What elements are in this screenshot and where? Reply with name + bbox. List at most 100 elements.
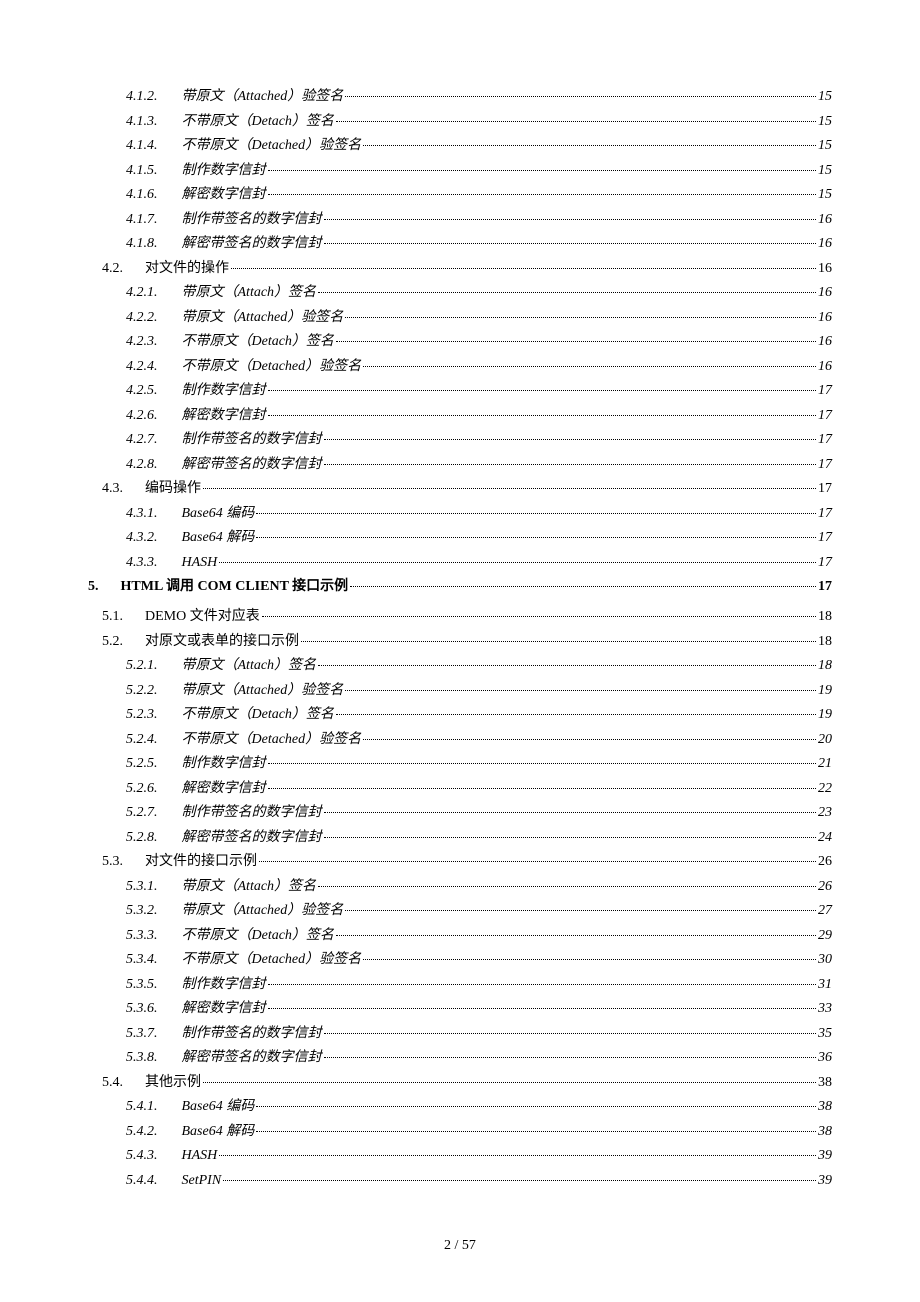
toc-entry[interactable]: 5.3.6.解密数字信封33 — [88, 1002, 832, 1016]
toc-entry[interactable]: 5.2.6.解密数字信封22 — [88, 782, 832, 796]
toc-number: 4.2.1. — [126, 286, 158, 300]
toc-number: 4.2. — [102, 262, 123, 276]
toc-title: 解密数字信封 — [182, 1002, 266, 1016]
toc-entry[interactable]: 5.2.5.制作数字信封21 — [88, 757, 832, 771]
toc-number: 4.1.7. — [126, 213, 158, 227]
toc-number: 4.2.5. — [126, 384, 158, 398]
toc-entry[interactable]: 5.2.4.不带原文（Detached）验签名20 — [88, 733, 832, 747]
toc-page: 15 — [818, 164, 832, 178]
toc-leader-dots — [336, 121, 816, 122]
toc-entry[interactable]: 5.1.DEMO 文件对应表18 — [88, 610, 832, 624]
toc-entry[interactable]: 5.2.8.解密带签名的数字信封24 — [88, 831, 832, 845]
toc-entry[interactable]: 4.2.对文件的操作16 — [88, 262, 832, 276]
toc-entry[interactable]: 5.2.7.制作带签名的数字信封23 — [88, 806, 832, 820]
toc-entry[interactable]: 4.1.4.不带原文（Detached）验签名15 — [88, 139, 832, 153]
toc-title: 解密带签名的数字信封 — [182, 237, 322, 251]
toc-page: 30 — [818, 953, 832, 967]
toc-leader-dots — [324, 1057, 817, 1058]
toc-entry[interactable]: 4.1.7.制作带签名的数字信封16 — [88, 213, 832, 227]
toc-title: 对文件的操作 — [145, 262, 229, 276]
toc-title: 不带原文（Detach）签名 — [182, 708, 334, 722]
toc-entry[interactable]: 5.4.4.SetPIN39 — [88, 1174, 832, 1188]
toc-page: 17 — [818, 580, 832, 594]
toc-entry[interactable]: 4.3.3.HASH17 — [88, 556, 832, 570]
toc-title: 带原文（Attached）验签名 — [182, 90, 344, 104]
toc-leader-dots — [219, 562, 816, 563]
toc-title: 解密带签名的数字信封 — [182, 1051, 322, 1065]
toc-entry[interactable]: 5.3.7.制作带签名的数字信封35 — [88, 1027, 832, 1041]
toc-number: 5.3.5. — [126, 978, 158, 992]
toc-page: 15 — [818, 115, 832, 129]
toc-entry[interactable]: 4.2.1. 带原文（Attach）签名 16 — [88, 286, 832, 300]
toc-entry[interactable]: 4.2.5.制作数字信封17 — [88, 384, 832, 398]
toc-title: 编码操作 — [145, 482, 201, 496]
toc-leader-dots — [268, 763, 817, 764]
toc-title: Base64 解码 — [182, 1125, 255, 1139]
toc-number: 5.2.3. — [126, 708, 158, 722]
toc-title: DEMO 文件对应表 — [145, 610, 260, 624]
toc-entry[interactable]: 4.2.2.带原文（Attached）验签名16 — [88, 311, 832, 325]
toc-entry[interactable]: 4.2.4.不带原文（Detached）验签名16 — [88, 360, 832, 374]
toc-entry[interactable]: 4.2.7.制作带签名的数字信封17 — [88, 433, 832, 447]
toc-number: 4.2.7. — [126, 433, 158, 447]
toc-title: 不带原文（Detached）验签名 — [182, 139, 362, 153]
toc-entry[interactable]: 5.4.2.Base64 解码38 — [88, 1125, 832, 1139]
toc-title: 不带原文（Detach）签名 — [182, 929, 334, 943]
toc-number: 4.1.6. — [126, 188, 158, 202]
toc-page: 24 — [818, 831, 832, 845]
toc-number: 5.3.1. — [126, 880, 158, 894]
toc-entry[interactable]: 4.3.2.Base64 解码17 — [88, 531, 832, 545]
toc-leader-dots — [268, 170, 817, 171]
toc-entry[interactable]: 5.3.3.不带原文（Detach）签名29 — [88, 929, 832, 943]
toc-title: 对原文或表单的接口示例 — [145, 635, 299, 649]
toc-title: 带原文（Attach）签名 — [182, 286, 317, 300]
toc-entry[interactable]: 4.3.编码操作17 — [88, 482, 832, 496]
toc-entry[interactable]: 5.3.1.带原文（Attach）签名26 — [88, 880, 832, 894]
toc-entry[interactable]: 5.2.1.带原文（Attach）签名18 — [88, 659, 832, 673]
toc-entry[interactable]: 5.3.4.不带原文（Detached）验签名30 — [88, 953, 832, 967]
toc-number: 4.2.2. — [126, 311, 158, 325]
toc-number: 5.2.7. — [126, 806, 158, 820]
toc-entry[interactable]: 5.3.2.带原文（Attached）验签名27 — [88, 904, 832, 918]
toc-entry[interactable]: 4.1.8.解密带签名的数字信封16 — [88, 237, 832, 251]
toc-entry[interactable]: 5.3.对文件的接口示例26 — [88, 855, 832, 869]
toc-entry[interactable]: 5.4.1.Base64 编码38 — [88, 1100, 832, 1114]
toc-number: 5.3.6. — [126, 1002, 158, 1016]
toc-number: 5.3.7. — [126, 1027, 158, 1041]
toc-entry[interactable]: 5.3.5.制作数字信封31 — [88, 978, 832, 992]
toc-entry[interactable]: 4.1.3.不带原文（Detach）签名15 — [88, 115, 832, 129]
toc-leader-dots — [268, 390, 817, 391]
toc-entry[interactable]: 4.2.3.不带原文（Detach）签名16 — [88, 335, 832, 349]
toc-entry[interactable]: 5.4.3.HASH39 — [88, 1149, 832, 1163]
toc-entry[interactable]: 5.4.其他示例38 — [88, 1076, 832, 1090]
toc-page: 16 — [818, 311, 832, 325]
toc-page: 17 — [818, 409, 832, 423]
toc-page: 16 — [818, 286, 832, 300]
toc-leader-dots — [318, 886, 816, 887]
toc-number: 5.3.8. — [126, 1051, 158, 1065]
toc-title: 带原文（Attach）签名 — [182, 659, 317, 673]
toc-entry[interactable]: 4.1.6.解密数字信封15 — [88, 188, 832, 202]
toc-title: 制作带签名的数字信封 — [182, 433, 322, 447]
toc-leader-dots — [268, 788, 817, 789]
toc-number: 5. — [88, 580, 99, 594]
toc-entry[interactable]: 5.HTML 调用 COM CLIENT 接口示例17 — [88, 580, 832, 594]
toc-entry[interactable]: 5.2.3.不带原文（Detach）签名19 — [88, 708, 832, 722]
toc-leader-dots — [324, 439, 817, 440]
toc-entry[interactable]: 4.3.1.Base64 编码17 — [88, 507, 832, 521]
toc-page: 16 — [818, 213, 832, 227]
toc-page: 17 — [818, 384, 832, 398]
toc-entry[interactable]: 4.2.6.解密数字信封17 — [88, 409, 832, 423]
toc-title: 制作数字信封 — [182, 164, 266, 178]
toc-entry[interactable]: 4.1.2.带原文（Attached）验签名15 — [88, 90, 832, 104]
toc-entry[interactable]: 5.2.对原文或表单的接口示例18 — [88, 635, 832, 649]
toc-title: 其他示例 — [145, 1076, 201, 1090]
toc-entry[interactable]: 5.3.8.解密带签名的数字信封36 — [88, 1051, 832, 1065]
toc-entry[interactable]: 5.2.2.带原文（Attached）验签名19 — [88, 684, 832, 698]
toc-title: 不带原文（Detached）验签名 — [182, 733, 362, 747]
toc-leader-dots — [345, 96, 816, 97]
toc-entry[interactable]: 4.2.8.解密带签名的数字信封17 — [88, 458, 832, 472]
toc-page: 18 — [818, 610, 832, 624]
toc-leader-dots — [318, 665, 816, 666]
toc-entry[interactable]: 4.1.5.制作数字信封15 — [88, 164, 832, 178]
